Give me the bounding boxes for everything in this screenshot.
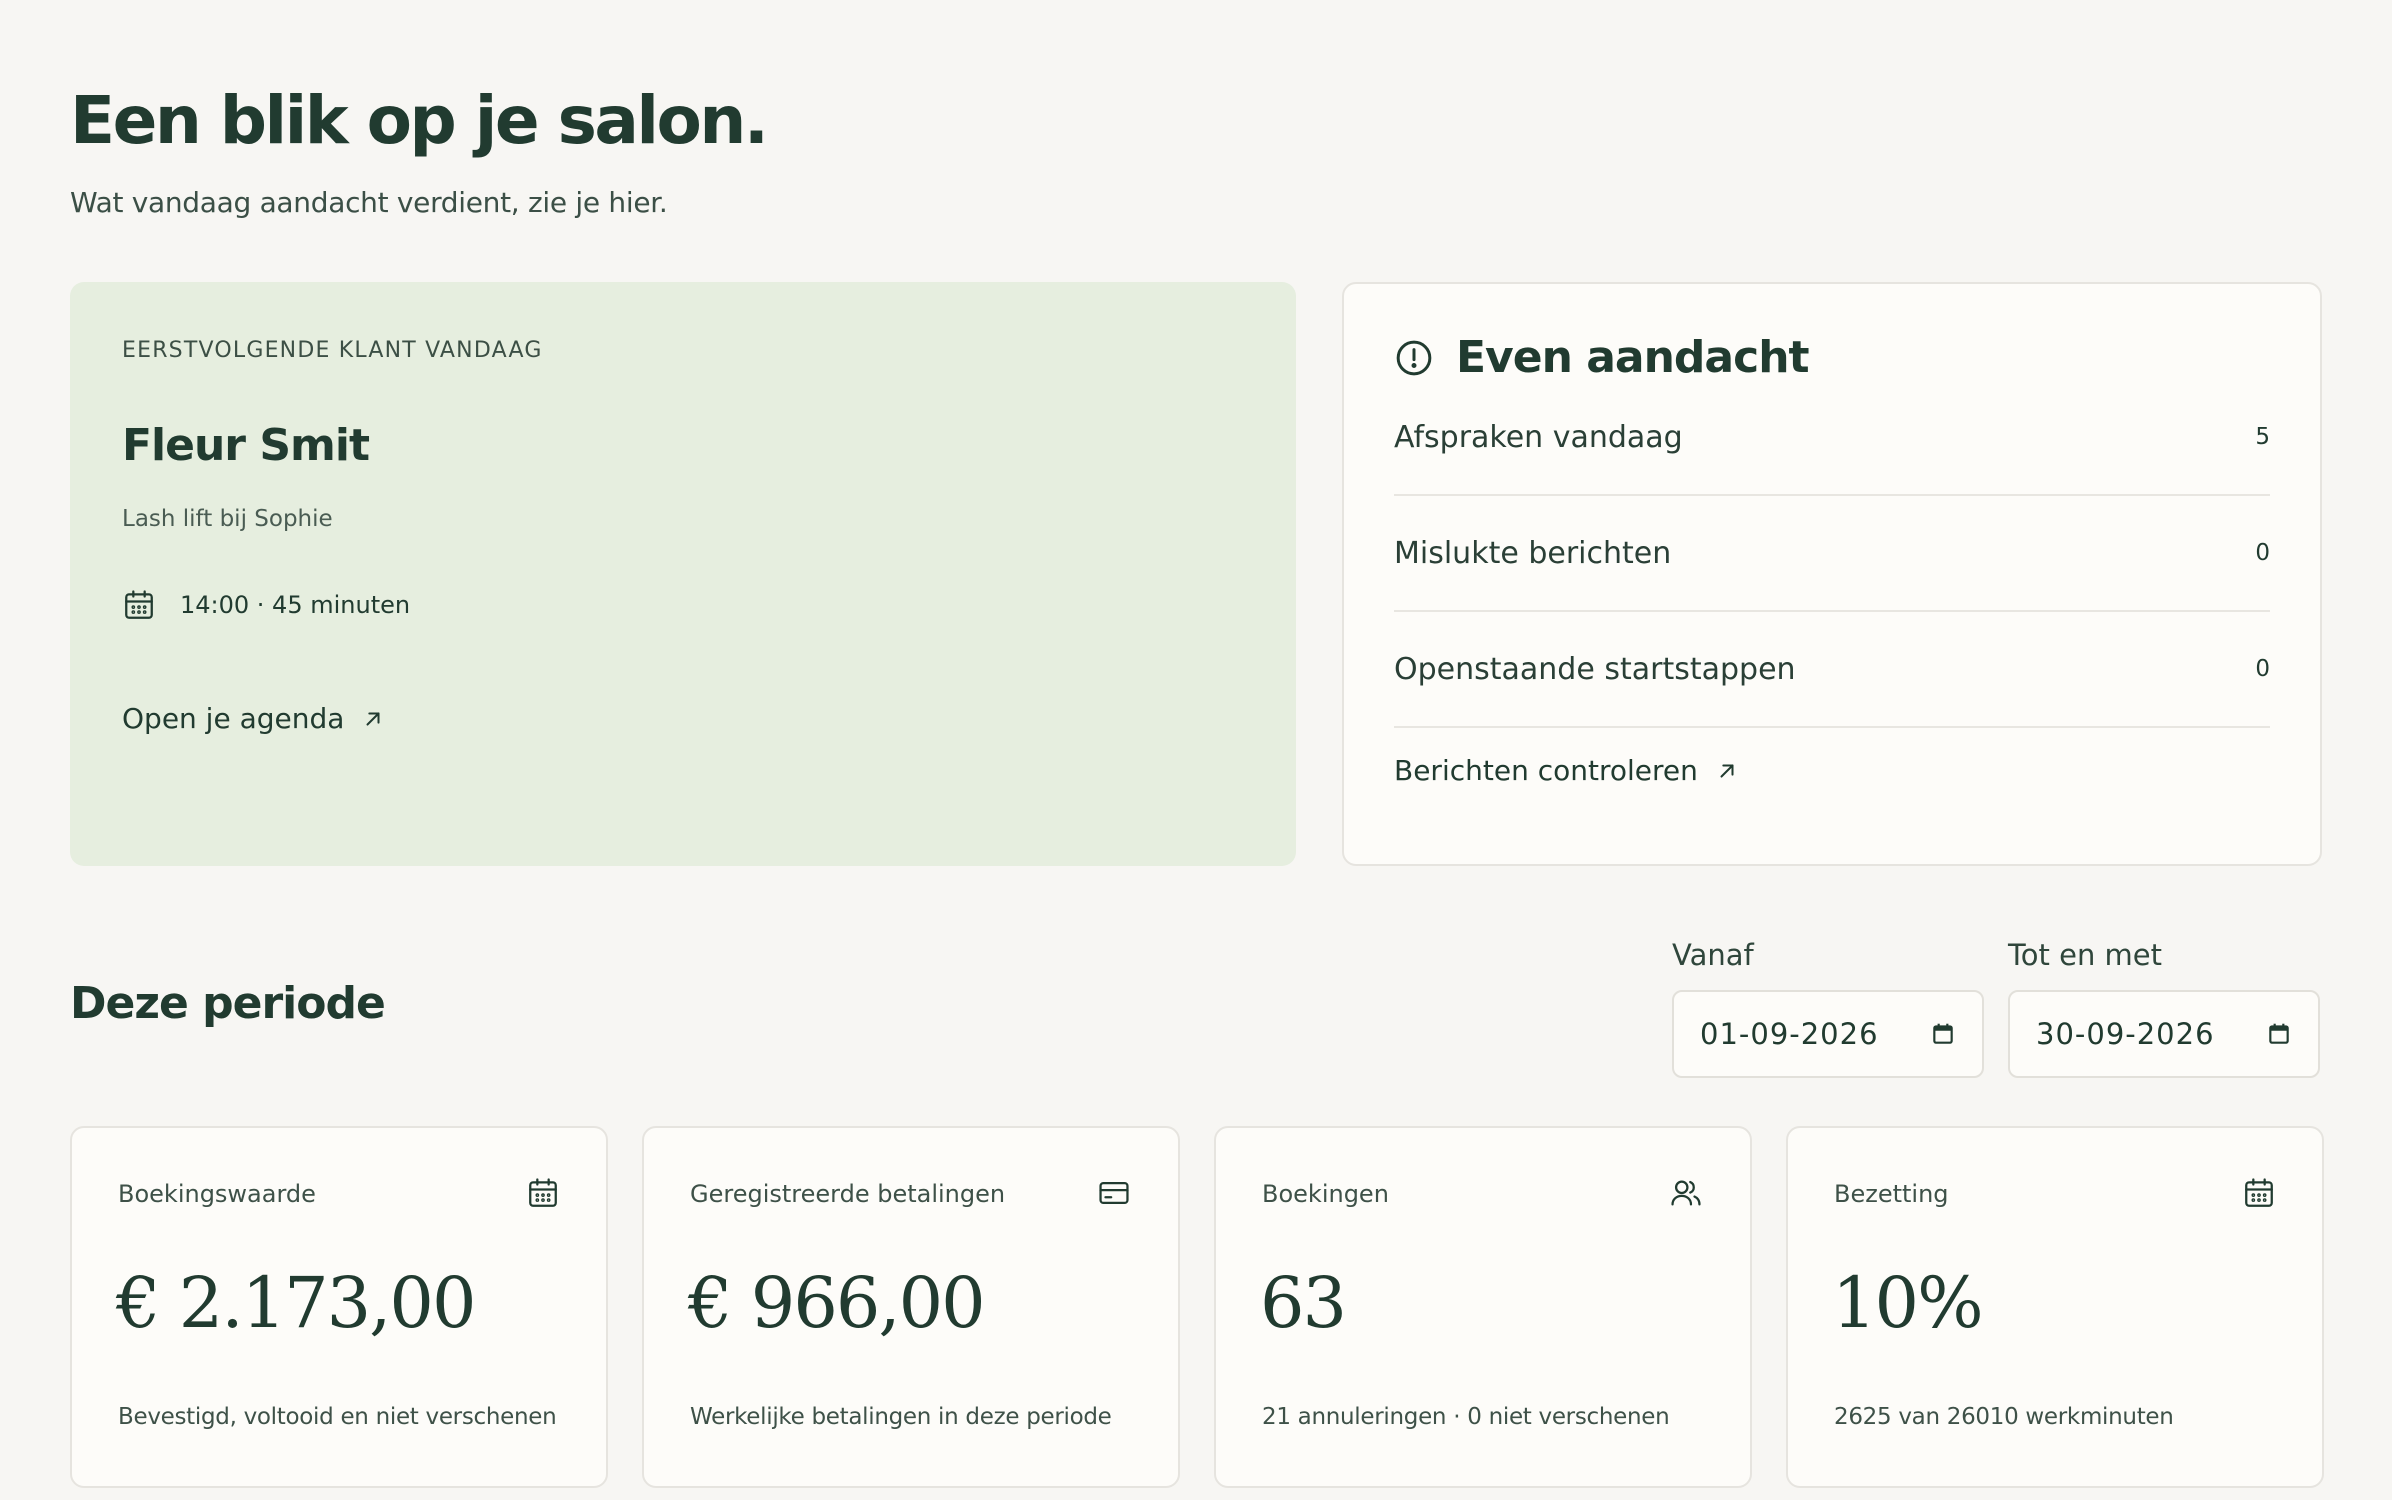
stat-footnote: 21 annuleringen · 0 niet verschenen — [1262, 1404, 1670, 1430]
attention-row-label: Openstaande startstappen — [1394, 651, 1796, 687]
check-messages-link[interactable]: Berichten controleren — [1394, 754, 1738, 787]
calendar-icon — [2242, 1176, 2276, 1210]
attention-row-count: 0 — [2255, 540, 2270, 566]
stat-label: Boekingswaarde — [118, 1180, 316, 1208]
stat-value: € 2.173,00 — [116, 1262, 477, 1344]
to-date-group: Tot en met 30-09-2026 — [2008, 938, 2320, 1078]
stat-footnote: Werkelijke betalingen in deze periode — [690, 1404, 1112, 1430]
client-time-row: 14:00 · 45 minuten — [122, 588, 410, 622]
attention-row-onboarding[interactable]: Openstaande startstappen 0 — [1394, 612, 2270, 728]
stat-value: 10% — [1832, 1262, 1984, 1344]
stat-label: Bezetting — [1834, 1180, 1949, 1208]
to-date-input[interactable]: 30-09-2026 — [2008, 990, 2320, 1078]
next-client-card: EERSTVOLGENDE KLANT VANDAAG Fleur Smit L… — [70, 282, 1296, 866]
to-date-value: 30-09-2026 — [2036, 1017, 2215, 1051]
calendar-icon — [122, 588, 156, 622]
stat-card-booking-value: Boekingswaarde € 2.173,00 Bevestigd, vol… — [70, 1126, 608, 1488]
page-title: Een blik op je salon. — [70, 82, 769, 159]
attention-row-appointments[interactable]: Afspraken vandaag 5 — [1394, 380, 2270, 496]
open-agenda-label: Open je agenda — [122, 702, 345, 735]
page-subtitle: Wat vandaag aandacht verdient, zie je hi… — [70, 186, 668, 219]
period-title: Deze periode — [70, 978, 386, 1029]
client-service: Lash lift bij Sophie — [122, 506, 333, 532]
from-date-group: Vanaf 01-09-2026 — [1672, 938, 1984, 1078]
stat-footnote: 2625 van 26010 werkminuten — [1834, 1404, 2174, 1430]
from-date-input[interactable]: 01-09-2026 — [1672, 990, 1984, 1078]
from-date-value: 01-09-2026 — [1700, 1017, 1879, 1051]
attention-row-failed-messages[interactable]: Mislukte berichten 0 — [1394, 496, 2270, 612]
attention-row-label: Afspraken vandaag — [1394, 419, 1683, 455]
stat-card-bookings: Boekingen 63 21 annuleringen · 0 niet ve… — [1214, 1126, 1752, 1488]
attention-header: Even aandacht — [1394, 332, 1810, 383]
stat-footnote: Bevestigd, voltooid en niet verschenen — [118, 1404, 557, 1430]
attention-row-count: 0 — [2255, 656, 2270, 682]
client-time: 14:00 · 45 minuten — [180, 591, 411, 619]
calendar-icon — [526, 1176, 560, 1210]
users-icon — [1668, 1176, 1704, 1210]
stat-card-occupancy: Bezetting 10% 2625 van 26010 werkminuten — [1786, 1126, 2324, 1488]
client-name: Fleur Smit — [122, 420, 370, 471]
from-date-label: Vanaf — [1672, 938, 1754, 972]
stat-label: Boekingen — [1262, 1180, 1389, 1208]
attention-row-label: Mislukte berichten — [1394, 535, 1672, 571]
calendar-icon[interactable] — [1930, 1021, 1956, 1047]
arrow-up-right-icon — [362, 708, 384, 730]
stat-value: € 966,00 — [688, 1262, 986, 1344]
stat-card-payments: Geregistreerde betalingen € 966,00 Werke… — [642, 1126, 1180, 1488]
alert-circle-icon — [1394, 338, 1434, 378]
next-client-eyebrow: EERSTVOLGENDE KLANT VANDAAG — [122, 338, 543, 363]
check-messages-label: Berichten controleren — [1394, 754, 1698, 787]
credit-card-icon — [1096, 1176, 1132, 1210]
open-agenda-link[interactable]: Open je agenda — [122, 702, 384, 735]
attention-title: Even aandacht — [1456, 332, 1810, 383]
arrow-up-right-icon — [1716, 760, 1738, 782]
to-date-label: Tot en met — [2008, 938, 2163, 972]
attention-row-count: 5 — [2255, 424, 2270, 450]
attention-card: Even aandacht Afspraken vandaag 5 Misluk… — [1342, 282, 2322, 866]
stat-value: 63 — [1260, 1262, 1347, 1344]
calendar-icon[interactable] — [2266, 1021, 2292, 1047]
stat-label: Geregistreerde betalingen — [690, 1180, 1006, 1208]
